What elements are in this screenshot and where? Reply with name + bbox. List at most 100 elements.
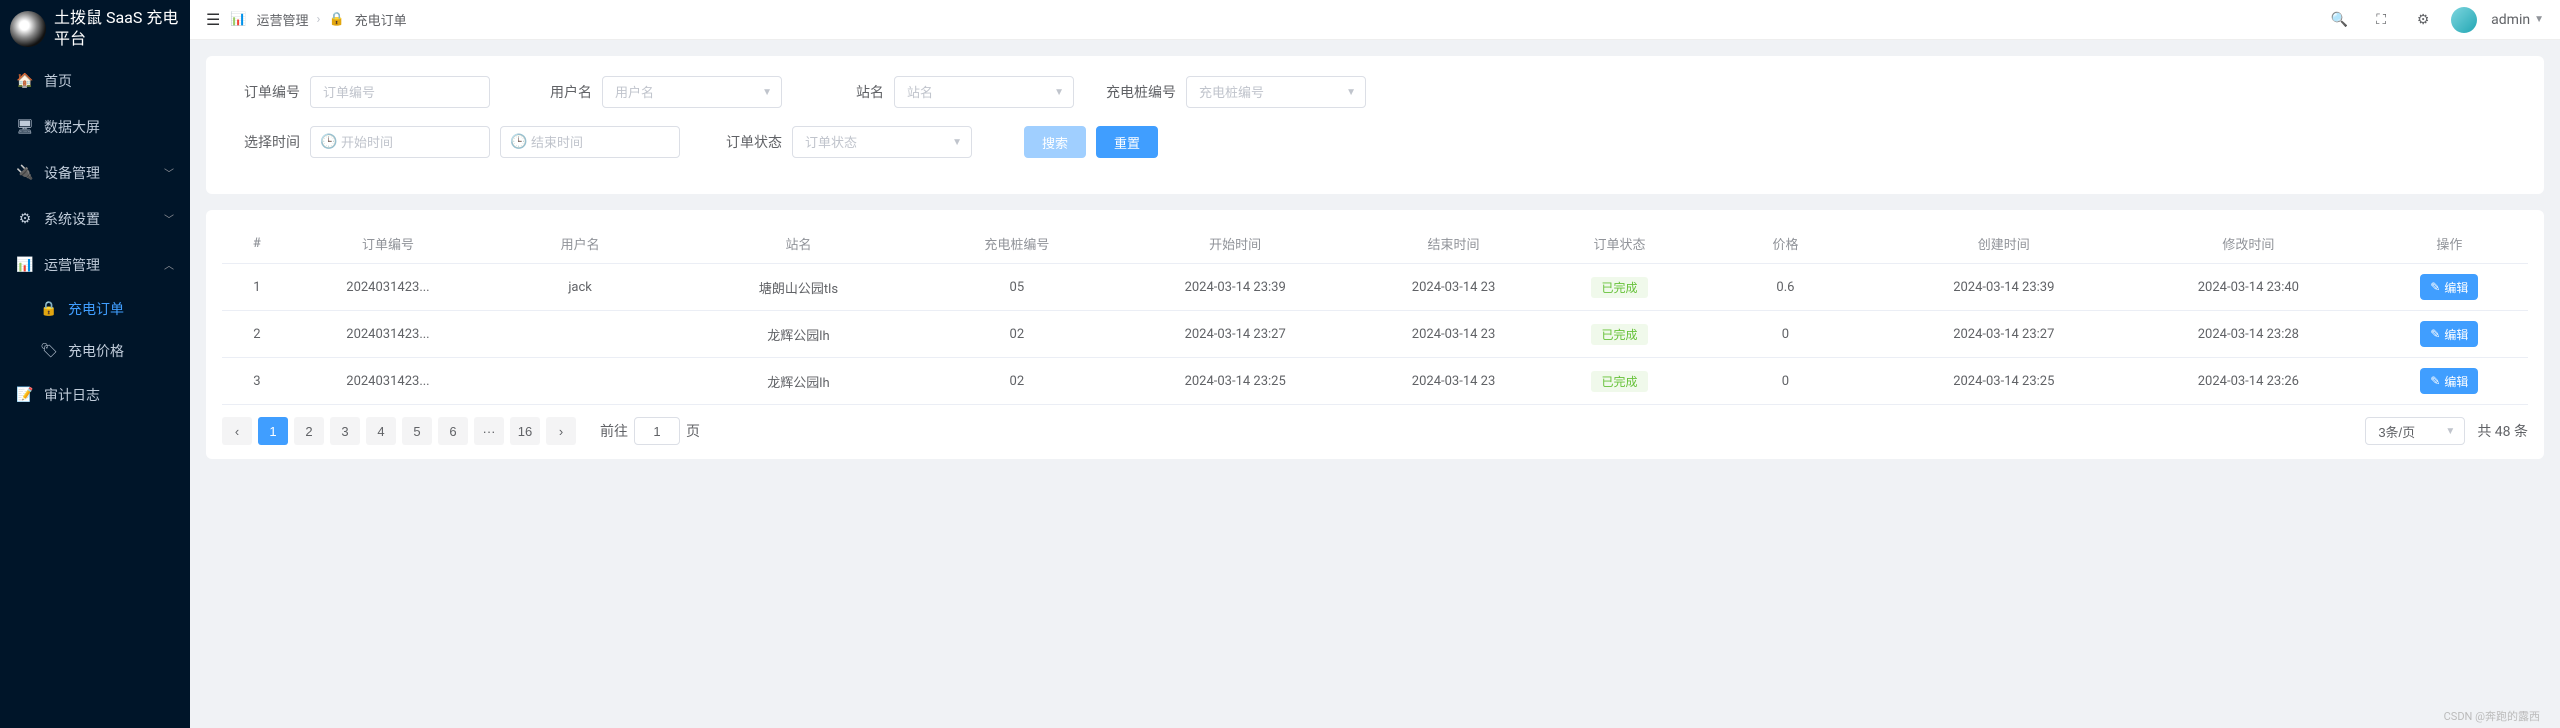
status-badge: 已完成 xyxy=(1591,277,1647,298)
user-menu[interactable]: admin ▼ xyxy=(2491,12,2544,28)
pile-label: 充电桩编号 xyxy=(1106,82,1176,102)
sidebar-item[interactable]: 📊 运营管理 ︿ xyxy=(0,242,190,288)
jump-prefix: 前往 xyxy=(600,421,628,441)
edit-button[interactable]: ✎编辑 xyxy=(2420,368,2478,394)
breadcrumb-current: 充电订单 xyxy=(355,10,407,29)
cell-user xyxy=(484,311,676,358)
cell-idx: 3 xyxy=(222,358,292,405)
station-label: 站名 xyxy=(814,82,884,102)
station-select[interactable]: ▼ xyxy=(894,76,1074,108)
pager-ellipsis[interactable]: ··· xyxy=(474,417,504,445)
pager-page[interactable]: 1 xyxy=(258,417,288,445)
breadcrumb-parent[interactable]: 运营管理 xyxy=(257,10,309,29)
search-panel: 订单编号 用户名 ▼ 站名 ▼ xyxy=(206,56,2544,194)
table-row: 2 2024031423... 龙辉公园lh 02 2024-03-14 23:… xyxy=(222,311,2528,358)
edit-button[interactable]: ✎编辑 xyxy=(2420,274,2478,300)
topbar: ☰ 📊 运营管理 › 🔒 充电订单 🔍 ⛶ ⚙ admin ▼ xyxy=(190,0,2560,40)
breadcrumb-parent-icon: 📊 xyxy=(230,12,246,27)
pile-select[interactable]: ▼ xyxy=(1186,76,1366,108)
th-status: 订单状态 xyxy=(1550,224,1690,264)
menu-label: 数据大屏 xyxy=(44,117,174,137)
pager-page[interactable]: 5 xyxy=(402,417,432,445)
cell-idx: 1 xyxy=(222,264,292,311)
cell-ctime: 2024-03-14 23:27 xyxy=(1882,311,2127,358)
end-time-input[interactable]: 🕒 xyxy=(500,126,680,158)
pager-page[interactable]: 6 xyxy=(438,417,468,445)
search-icon[interactable]: 🔍 xyxy=(2325,6,2353,34)
pager-page[interactable]: 2 xyxy=(294,417,324,445)
username-label: admin xyxy=(2491,12,2530,28)
status-badge: 已完成 xyxy=(1591,371,1647,392)
th-station: 站名 xyxy=(676,224,921,264)
cell-idx: 2 xyxy=(222,311,292,358)
pager-prev[interactable]: ‹ xyxy=(222,417,252,445)
cell-start: 2024-03-14 23:25 xyxy=(1113,358,1358,405)
sidebar-item[interactable]: 📝 审计日志 xyxy=(0,372,190,418)
jump-input[interactable] xyxy=(634,417,680,445)
sidebar-subitem[interactable]: 🔒 充电订单 xyxy=(0,288,190,330)
sidebar-item[interactable]: 🔌 设备管理 ﹀ xyxy=(0,150,190,196)
search-button[interactable]: 搜索 xyxy=(1024,126,1086,158)
sidebar-item[interactable]: ⚙ 系统设置 ﹀ xyxy=(0,196,190,242)
settings-icon[interactable]: ⚙ xyxy=(2409,6,2437,34)
cell-op: ✎编辑 xyxy=(2371,264,2528,311)
cell-order: 2024031423... xyxy=(292,311,484,358)
table-footer: ‹123456···16› 前往 页 ▼ 共 48 条 xyxy=(222,405,2528,447)
order-input[interactable] xyxy=(310,76,490,108)
chevron-icon: ﹀ xyxy=(164,165,174,180)
edit-button[interactable]: ✎编辑 xyxy=(2420,321,2478,347)
cell-pile: 02 xyxy=(921,358,1113,405)
user-select[interactable]: ▼ xyxy=(602,76,782,108)
orders-table: # 订单编号 用户名 站名 充电桩编号 开始时间 结束时间 订单状态 价格 创建… xyxy=(222,224,2528,405)
th-start: 开始时间 xyxy=(1113,224,1358,264)
status-select[interactable]: ▼ xyxy=(792,126,972,158)
pager-page[interactable]: 4 xyxy=(366,417,396,445)
page-size-select[interactable]: ▼ xyxy=(2365,417,2465,445)
avatar[interactable] xyxy=(2451,7,2477,33)
reset-button[interactable]: 重置 xyxy=(1096,126,1158,158)
cell-mtime: 2024-03-14 23:40 xyxy=(2126,264,2371,311)
cell-station: 龙辉公园lh xyxy=(676,311,921,358)
menu-label: 系统设置 xyxy=(44,209,164,229)
main: ☰ 📊 运营管理 › 🔒 充电订单 🔍 ⛶ ⚙ admin ▼ xyxy=(190,0,2560,728)
order-label: 订单编号 xyxy=(230,82,300,102)
breadcrumb-separator-icon: › xyxy=(317,12,321,27)
cell-station: 塘朗山公园tls xyxy=(676,264,921,311)
menu-label: 设备管理 xyxy=(44,163,164,183)
chevron-icon: ︿ xyxy=(164,257,174,272)
status-badge: 已完成 xyxy=(1591,324,1647,345)
cell-ctime: 2024-03-14 23:25 xyxy=(1882,358,2127,405)
cell-price: 0 xyxy=(1689,311,1881,358)
pager-page[interactable]: 3 xyxy=(330,417,360,445)
status-label: 订单状态 xyxy=(712,132,782,152)
cell-status: 已完成 xyxy=(1550,311,1690,358)
edit-icon: ✎ xyxy=(2430,374,2440,388)
chevron-icon: ﹀ xyxy=(164,211,174,226)
menu-icon: 🔌 xyxy=(16,165,34,181)
th-ctime: 创建时间 xyxy=(1882,224,2127,264)
th-mtime: 修改时间 xyxy=(2126,224,2371,264)
sidebar-item[interactable]: 🏠 首页 xyxy=(0,58,190,104)
cell-price: 0.6 xyxy=(1689,264,1881,311)
sidebar-item[interactable]: 🖥 数据大屏 xyxy=(0,104,190,150)
cell-pile: 05 xyxy=(921,264,1113,311)
pager-page[interactable]: 16 xyxy=(510,417,540,445)
hamburger-icon[interactable]: ☰ xyxy=(206,10,220,29)
menu-label: 运营管理 xyxy=(44,255,164,275)
watermark: CSDN @奔跑的露西 xyxy=(2444,708,2540,724)
cell-end: 2024-03-14 23 xyxy=(1357,311,1549,358)
table-row: 1 2024031423... jack 塘朗山公园tls 05 2024-03… xyxy=(222,264,2528,311)
menu-icon: ⚙ xyxy=(16,211,34,227)
th-op: 操作 xyxy=(2371,224,2528,264)
menu-label: 首页 xyxy=(44,71,174,91)
pager-next[interactable]: › xyxy=(546,417,576,445)
start-time-input[interactable]: 🕒 xyxy=(310,126,490,158)
sidebar-menu: 🏠 首页 🖥 数据大屏 🔌 设备管理 ﹀⚙ 系统设置 ﹀📊 运营管理 ︿🔒 充电… xyxy=(0,58,190,418)
sidebar-subitem[interactable]: 🏷 充电价格 xyxy=(0,330,190,372)
cell-start: 2024-03-14 23:39 xyxy=(1113,264,1358,311)
brand-logo-icon xyxy=(10,11,46,47)
cell-station: 龙辉公园lh xyxy=(676,358,921,405)
cell-order: 2024031423... xyxy=(292,358,484,405)
cell-pile: 02 xyxy=(921,311,1113,358)
fullscreen-icon[interactable]: ⛶ xyxy=(2367,6,2395,34)
